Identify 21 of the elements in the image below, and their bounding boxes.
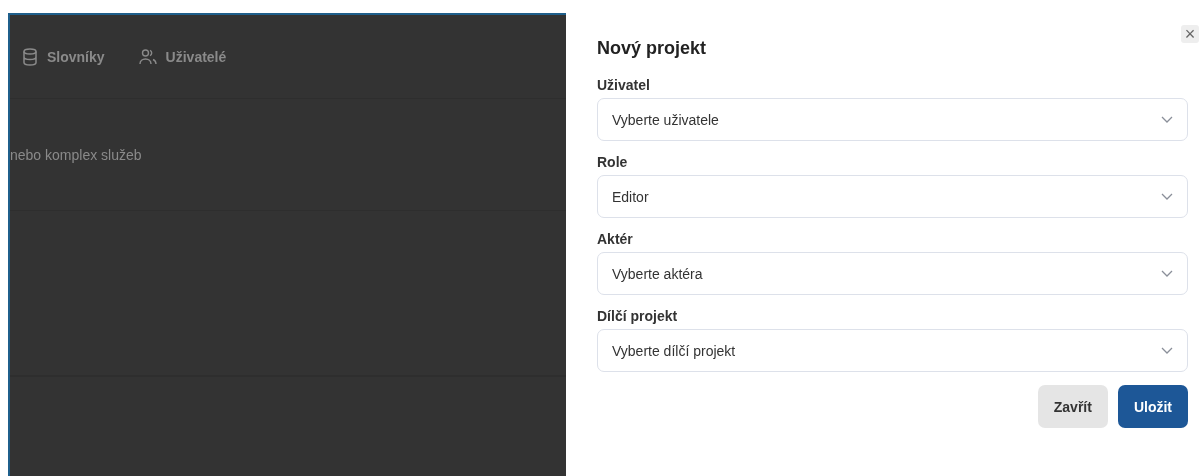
- chevron-down-icon: [1161, 116, 1173, 123]
- save-button[interactable]: Uložit: [1117, 385, 1188, 428]
- field-label: Dílčí projekt: [597, 308, 679, 324]
- users-icon: [138, 47, 157, 66]
- database-icon: [22, 47, 38, 66]
- field-label: Aktér: [597, 231, 634, 247]
- close-button[interactable]: ×: [1181, 25, 1199, 43]
- nav-link[interactable]: Slovníky: [22, 47, 105, 66]
- select-field[interactable]: Editor: [597, 175, 1188, 218]
- select-field[interactable]: Vyberte dílčí projekt: [597, 329, 1188, 372]
- chevron-down-icon: [1161, 347, 1173, 354]
- nav-link[interactable]: Uživatelé: [138, 47, 227, 66]
- chevron-down-icon: [1161, 270, 1173, 277]
- close-button[interactable]: Zavřít: [1037, 385, 1108, 428]
- table-cell: nebo komplex služeb: [10, 146, 142, 163]
- field-label: Role: [597, 154, 629, 170]
- field-label: Uživatel: [597, 77, 651, 93]
- select-field[interactable]: Vyberte aktéra: [597, 252, 1188, 295]
- select-field[interactable]: Vyberte uživatele: [597, 98, 1188, 141]
- chevron-down-icon: [1161, 193, 1173, 200]
- dialog-title: Nový projekt: [597, 38, 708, 59]
